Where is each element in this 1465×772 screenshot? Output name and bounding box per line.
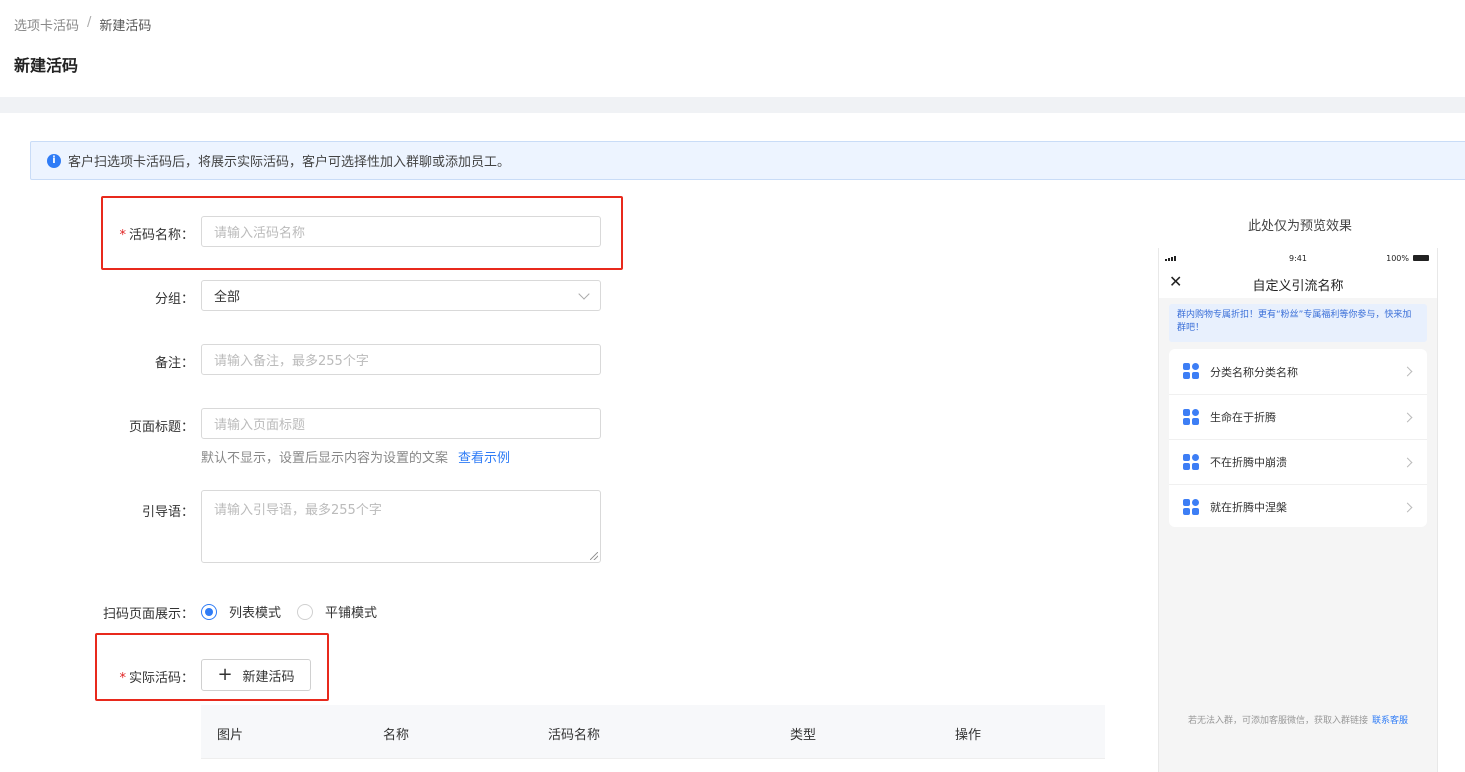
preview-caption: 此处仅为预览效果	[1247, 219, 1352, 234]
chevron-right-icon	[1402, 457, 1413, 468]
phone-footer: 若无法入群，可添加客服微信，获取入群链接 联系客服	[1187, 716, 1409, 726]
radio-list-mode[interactable]	[201, 603, 217, 620]
signal-icon	[1165, 256, 1176, 261]
group-label: 分组：	[154, 292, 194, 307]
phone-preview: 9:41 100% ✕ 自定义引流名称 群内购物专属折扣！更有“粉丝”专属福利等…	[1158, 248, 1438, 772]
contact-support-link: 联系客服	[1372, 716, 1409, 726]
page-title-placeholder: 请输入页面标题	[214, 418, 306, 433]
breadcrumb-separator: /	[87, 15, 92, 30]
phone-category-list: 分类名称分类名称 生命在于折腾 不在折腾中崩溃 就在折腾中涅槃	[1169, 349, 1427, 527]
highlight-box-actual-code	[95, 633, 329, 701]
column-actions: 操作	[955, 728, 982, 743]
status-battery-text: 100%	[1386, 254, 1409, 263]
column-image: 图片	[217, 728, 244, 743]
radio-list-mode-label[interactable]: 列表模式	[229, 602, 281, 621]
display-mode-label: 扫码页面展示：	[102, 607, 194, 622]
info-banner: i 客户扫选项卡活码后，将展示实际活码，客户可选择性加入群聊或添加员工。	[30, 141, 1465, 180]
chevron-down-icon	[578, 288, 590, 300]
remark-input[interactable]: 请输入备注，最多255个字	[201, 344, 601, 375]
guide-label: 引导语：	[141, 505, 194, 520]
info-banner-text: 客户扫选项卡活码后，将展示实际活码，客户可选择性加入群聊或添加员工。	[68, 155, 511, 170]
remark-label: 备注：	[154, 356, 194, 371]
chevron-right-icon	[1402, 366, 1413, 377]
radio-tile-mode[interactable]	[297, 603, 314, 620]
radio-tile-mode-label[interactable]: 平铺模式	[325, 602, 377, 621]
battery-icon	[1413, 255, 1429, 261]
breadcrumb: 选项卡活码 / 新建活码	[14, 15, 151, 34]
chevron-right-icon	[1402, 502, 1413, 513]
phone-banner: 群内购物专属折扣！更有“粉丝”专属福利等你参与，快来加群吧！	[1169, 304, 1427, 342]
group-select-value: 全部	[214, 290, 241, 305]
page-title-label: 页面标题：	[128, 420, 194, 435]
column-type: 类型	[790, 728, 817, 743]
phone-header: 9:41 100% ✕ 自定义引流名称	[1159, 248, 1437, 298]
list-item: 不在折腾中崩溃	[1169, 439, 1427, 484]
codes-table-header: 图片 名称 活码名称 类型 操作	[201, 705, 1105, 759]
column-name: 名称	[383, 728, 410, 743]
guide-textarea[interactable]: 请输入引导语，最多255个字	[201, 490, 601, 563]
breadcrumb-parent-link[interactable]: 选项卡活码	[14, 15, 79, 34]
info-icon: i	[47, 153, 61, 168]
status-time: 9:41	[1289, 254, 1307, 263]
highlight-box-name	[101, 196, 623, 270]
page-title: 新建活码	[14, 56, 79, 75]
section-divider	[0, 97, 1465, 113]
chevron-right-icon	[1402, 412, 1413, 423]
page-title-input[interactable]: 请输入页面标题	[201, 408, 601, 439]
breadcrumb-current: 新建活码	[99, 19, 152, 34]
resize-handle-icon[interactable]	[590, 552, 598, 560]
guide-placeholder: 请输入引导语，最多255个字	[214, 503, 382, 518]
remark-placeholder: 请输入备注，最多255个字	[214, 354, 369, 369]
column-code-name: 活码名称	[548, 728, 601, 743]
group-select[interactable]: 全部	[201, 280, 601, 311]
list-item: 生命在于折腾	[1169, 394, 1427, 439]
display-mode-radio-group: 列表模式 平铺模式	[201, 602, 393, 621]
page-title-hint: 默认不显示，设置后显示内容为设置的文案 查看示例	[201, 451, 511, 466]
phone-title: 自定义引流名称	[1252, 279, 1344, 294]
view-example-link[interactable]: 查看示例	[458, 451, 510, 466]
category-grid-icon	[1183, 408, 1200, 426]
category-grid-icon	[1183, 498, 1200, 516]
list-item: 就在折腾中涅槃	[1169, 484, 1427, 529]
category-grid-icon	[1183, 363, 1200, 380]
list-item: 分类名称分类名称	[1169, 349, 1427, 394]
category-grid-icon	[1183, 453, 1200, 471]
